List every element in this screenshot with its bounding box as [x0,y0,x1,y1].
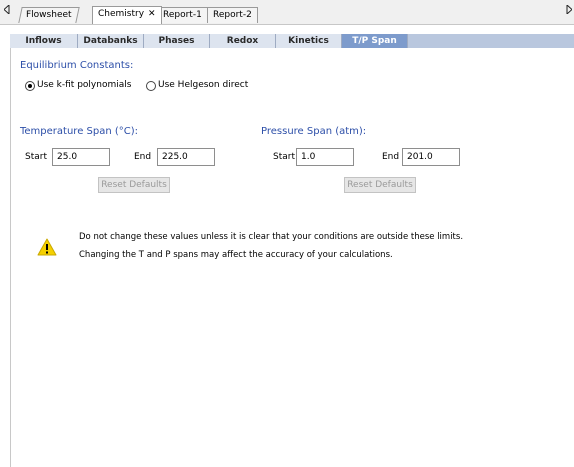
close-icon[interactable]: ✕ [148,9,156,19]
kfit-radio[interactable] [25,81,35,91]
helgeson-label[interactable]: Use Helgeson direct [158,80,248,90]
document-tab-bar: Flowsheet Chemistry ✕ Report-1 Report-2 [0,0,574,25]
temperature-start-label: Start [25,152,47,162]
tab-redox[interactable]: Redox [210,34,276,48]
temperature-heading: Temperature Span (°C): [20,126,139,137]
scroll-left-icon[interactable] [3,3,10,17]
tab-databanks[interactable]: Databanks [78,34,144,48]
warning-line-2: Changing the T and P spans may affect th… [79,250,393,260]
temperature-reset-button[interactable]: Reset Defaults [98,177,170,193]
tab-report-2-label: Report-2 [213,10,252,20]
inner-tab-bar: Inflows Databanks Phases Redox Kinetics … [10,34,574,48]
tab-databanks-label: Databanks [83,36,138,46]
tab-report-1[interactable]: Report-1 [157,7,208,23]
tab-tp-span-label: T/P Span [352,36,397,46]
helgeson-radio[interactable] [146,81,156,91]
tab-flowsheet-label: Flowsheet [26,10,72,20]
pressure-reset-button[interactable]: Reset Defaults [344,177,416,193]
tab-phases[interactable]: Phases [144,34,210,48]
tab-chemistry-label: Chemistry [98,9,145,19]
pressure-end-input[interactable] [402,148,460,166]
tab-report-2[interactable]: Report-2 [207,7,258,23]
kfit-label[interactable]: Use k-fit polynomials [37,80,131,90]
scroll-right-icon[interactable] [566,3,573,17]
pressure-start-label: Start [273,152,295,162]
tab-inflows-label: Inflows [25,36,62,46]
equilibrium-heading: Equilibrium Constants: [20,60,134,71]
tp-span-panel: Equilibrium Constants: Use k-fit polynom… [10,48,574,467]
warning-line-1: Do not change these values unless it is … [79,232,464,242]
tab-inflows[interactable]: Inflows [10,34,78,48]
tab-kinetics[interactable]: Kinetics [276,34,342,48]
pressure-start-input[interactable] [296,148,354,166]
temperature-end-input[interactable] [157,148,215,166]
temperature-end-label: End [134,152,152,162]
pressure-heading: Pressure Span (atm): [261,126,367,137]
temperature-start-input[interactable] [52,148,110,166]
pressure-end-label: End [382,152,400,162]
tab-redox-label: Redox [226,36,259,46]
tab-chemistry[interactable]: Chemistry ✕ [92,6,162,24]
tab-flowsheet[interactable]: Flowsheet [18,7,80,23]
tab-phases-label: Phases [158,36,195,46]
tab-report-1-label: Report-1 [163,10,202,20]
warning-icon [37,238,57,256]
tab-tp-span[interactable]: T/P Span [342,34,408,48]
tab-kinetics-label: Kinetics [288,36,329,46]
